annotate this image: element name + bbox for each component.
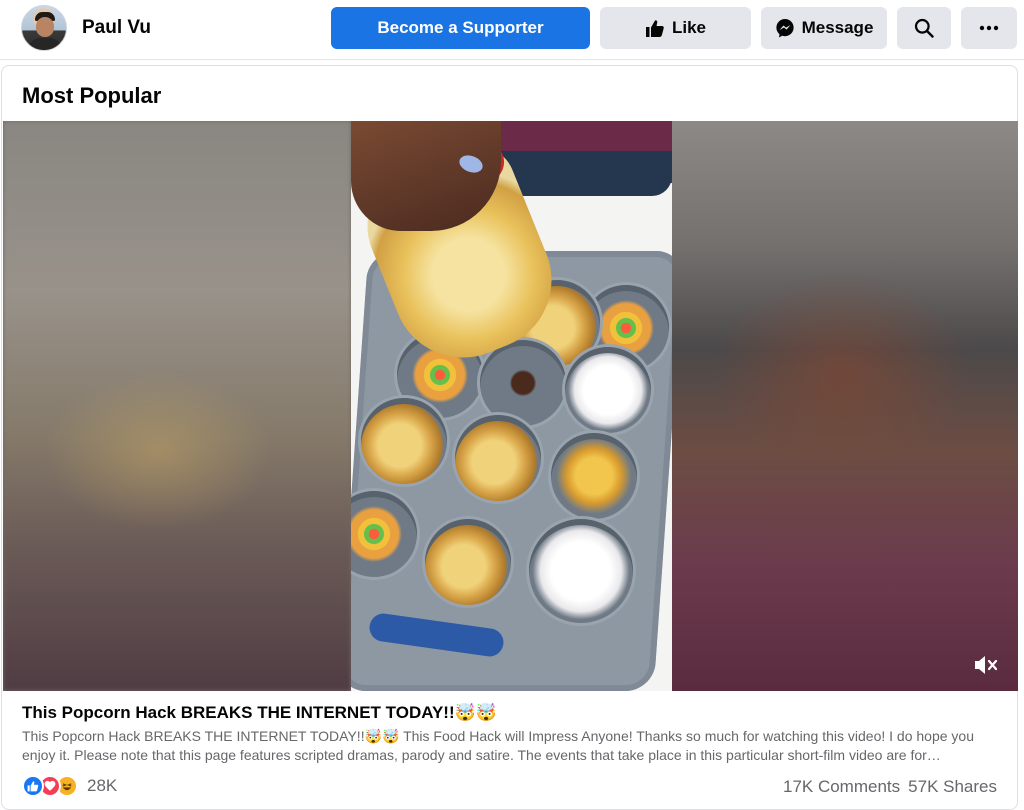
search-button[interactable] (897, 7, 951, 49)
video-title[interactable]: This Popcorn Hack BREAKS THE INTERNET TO… (22, 703, 497, 723)
video-blur-right (672, 121, 1018, 691)
like-page-button[interactable]: Like (600, 7, 751, 49)
message-button[interactable]: Message (761, 7, 887, 49)
video-blur-left (3, 121, 351, 691)
thumbs-up-icon (645, 18, 665, 38)
section-title: Most Popular (22, 83, 162, 108)
like-label: Like (671, 18, 707, 37)
like-icon (22, 775, 44, 797)
most-popular-card: Most Popular This Popcorn Hack BREAKS TH… (1, 65, 1018, 810)
avatar[interactable] (21, 5, 67, 51)
profile-link[interactable]: Paul Vu (21, 5, 151, 51)
tray-cup (361, 398, 447, 484)
tray-cup (425, 519, 511, 605)
page-header: Paul Vu Become a Supporter Like Message (0, 0, 1024, 60)
tray-cup (455, 415, 541, 501)
messenger-icon (775, 18, 795, 38)
reaction-count[interactable]: 28K (87, 776, 117, 796)
speaker-muted-icon (975, 656, 998, 674)
become-supporter-button[interactable]: Become a Supporter (331, 7, 590, 49)
tray-cup (529, 519, 633, 623)
engagement-stats: 17K Comments 57K Shares (783, 777, 997, 797)
shares-count[interactable]: 57K Shares (908, 777, 997, 797)
tray-cup (551, 433, 637, 519)
search-icon (914, 18, 934, 38)
mute-button[interactable] (973, 654, 999, 676)
message-label: Message (801, 18, 874, 37)
profile-name[interactable]: Paul Vu (82, 17, 151, 39)
video-description: This Popcorn Hack BREAKS THE INTERNET TO… (22, 728, 974, 763)
tray-cup (480, 340, 566, 426)
video-frame[interactable] (351, 121, 672, 691)
comments-count[interactable]: 17K Comments (783, 777, 900, 797)
video-player[interactable] (3, 121, 1018, 691)
tray-cup (565, 347, 651, 433)
reactions-summary[interactable]: 28K (22, 775, 117, 797)
more-dots-icon (979, 25, 999, 31)
more-options-button[interactable] (961, 7, 1017, 49)
become-supporter-label: Become a Supporter (377, 18, 544, 37)
